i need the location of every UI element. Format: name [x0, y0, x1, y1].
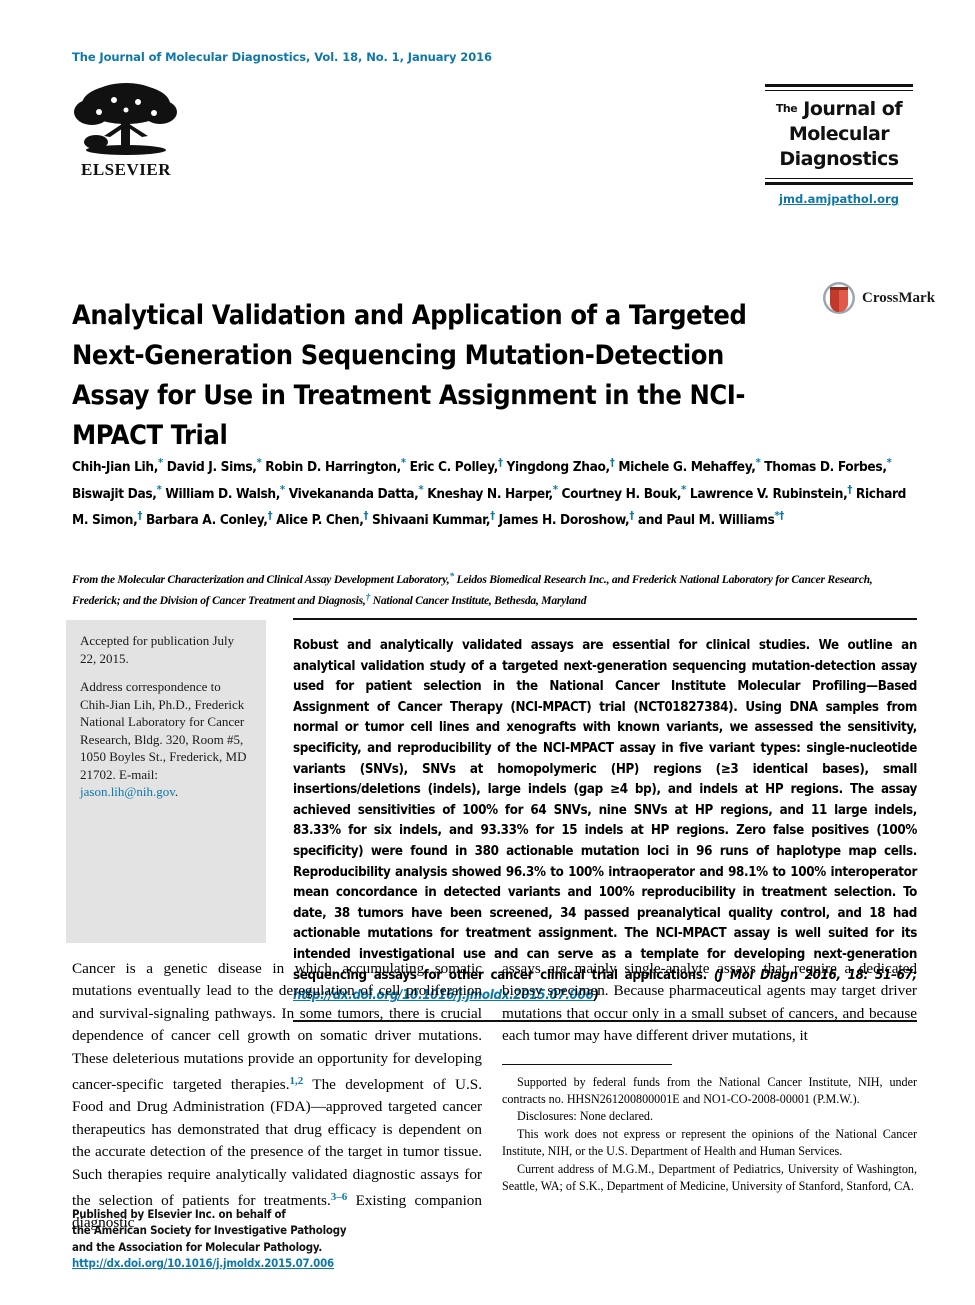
footer-doi-link[interactable]: http://dx.doi.org/10.1016/j.jmoldx.2015.… [72, 1255, 502, 1271]
footnote-item: Current address of M.G.M., Department of… [502, 1161, 917, 1194]
footnote-item: Disclosures: None declared. [517, 1109, 654, 1124]
author-list: Chih-Jian Lih,* David J. Sims,* Robin D.… [72, 456, 907, 528]
footer-line-1: Published by Elsevier Inc. on behalf of [72, 1207, 286, 1221]
footer-line-2: the American Society for Investigative P… [72, 1223, 347, 1238]
journal-logo-rule-top [765, 84, 913, 91]
page-footer: Published by Elsevier Inc. on behalf of … [72, 1206, 502, 1272]
elsevier-logo: ELSEVIER [66, 82, 186, 186]
body-column-right: assays are mainly single-analyte assays … [502, 958, 917, 1195]
accepted-date: Accepted for publication July 22, 2015. [80, 633, 235, 666]
body-column-left: Cancer is a genetic disease in which acc… [72, 958, 482, 1235]
journal-logo-body: The Journal of Molecular Diagnostics [765, 91, 913, 175]
footnote-item: Supported by federal funds from the Nati… [502, 1074, 917, 1107]
journal-logo: The Journal of Molecular Diagnostics jmd… [765, 84, 913, 206]
article-title: Analytical Validation and Application of… [72, 300, 747, 452]
address-correspondence: Address correspondence to Chih-Jian Lih,… [80, 679, 247, 799]
journal-logo-line2: Molecular [788, 123, 890, 145]
crossmark-badge[interactable]: CrossMark [822, 281, 935, 315]
journal-logo-the: The [775, 102, 798, 115]
journal-logo-journal-of: Journal of [803, 98, 903, 120]
footer-line-3: and the Association for Molecular Pathol… [72, 1239, 323, 1254]
journal-logo-rule-bottom [765, 178, 913, 185]
elsevier-tree-icon [74, 83, 177, 155]
journal-logo-line1: The Journal of [765, 96, 913, 122]
crossmark-icon [823, 282, 855, 314]
journal-url-link[interactable]: jmd.amjpathol.org [765, 192, 913, 206]
running-head: The Journal of Molecular Diagnostics, Vo… [72, 50, 492, 64]
intro-paragraph-left: Cancer is a genetic disease in which acc… [72, 960, 482, 1232]
elsevier-wordmark: ELSEVIER [81, 160, 171, 179]
journal-logo-line3: Diagnostics [779, 148, 899, 170]
affiliation-line: From the Molecular Characterization and … [72, 572, 873, 607]
footnote-block: Supported by federal funds from the Nati… [502, 1074, 917, 1196]
intro-paragraph-right: assays are mainly single-analyte assays … [502, 960, 917, 1045]
article-info-box: Accepted for publication July 22, 2015. … [66, 620, 266, 943]
journal-article-page: The Journal of Molecular Diagnostics, Vo… [0, 0, 975, 1305]
footnote-divider [502, 1063, 672, 1065]
crossmark-label: CrossMark [862, 289, 936, 306]
footnote-item: This work does not express or represent … [502, 1126, 917, 1159]
